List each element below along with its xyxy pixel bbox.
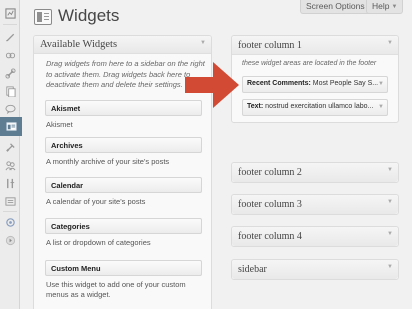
plugins-icon[interactable] bbox=[0, 138, 20, 156]
sidebar-title: footer column 3 bbox=[238, 199, 302, 210]
settings-icon[interactable] bbox=[0, 192, 20, 210]
pages-icon[interactable] bbox=[0, 82, 20, 100]
appearance-icon[interactable] bbox=[0, 117, 22, 136]
chevron-down-icon: ▼ bbox=[391, 4, 398, 10]
available-widgets-header[interactable]: Available Widgets ▼ bbox=[34, 36, 211, 54]
sidebar-header[interactable]: footer column 4 ▼ bbox=[232, 227, 398, 246]
sidebar-title: footer column 4 bbox=[238, 231, 302, 242]
red-arrow-icon bbox=[185, 62, 239, 108]
chevron-down-icon[interactable]: ▼ bbox=[200, 40, 206, 46]
help-button[interactable]: Help ▼ bbox=[366, 0, 404, 14]
placed-widget-detail: nostrud exercitation ullamco labo... bbox=[265, 103, 374, 110]
sidebar-header[interactable]: footer column 2 ▼ bbox=[232, 163, 398, 182]
tools-icon[interactable] bbox=[0, 174, 20, 192]
sidebar-footer-column-3[interactable]: footer column 3 ▼ bbox=[231, 194, 399, 215]
widget-description: Akismet bbox=[46, 120, 73, 129]
sidebar-sidebar[interactable]: sidebar ▼ bbox=[231, 259, 399, 280]
chevron-down-icon[interactable]: ▼ bbox=[387, 40, 393, 46]
chevron-down-icon[interactable]: ▼ bbox=[378, 104, 384, 110]
comments-icon[interactable] bbox=[0, 100, 20, 118]
screen-options-label: Screen Options bbox=[306, 1, 365, 11]
placed-widget-name: Recent Comments: bbox=[247, 80, 311, 87]
sidebar-title: footer column 1 bbox=[238, 40, 302, 51]
widget-title[interactable]: Calendar bbox=[45, 177, 202, 193]
chevron-down-icon[interactable]: ▼ bbox=[387, 264, 393, 270]
sidebar-footer-column-2[interactable]: footer column 2 ▼ bbox=[231, 162, 399, 183]
sidebar-description: these widget areas are located in the fo… bbox=[242, 60, 377, 67]
extra-icon[interactable] bbox=[0, 213, 20, 231]
widget-description: A list or dropdown of categories bbox=[46, 238, 151, 247]
widget-custom-menu[interactable]: Custom Menu Use this widget to add one o… bbox=[45, 260, 202, 300]
widget-title[interactable]: Categories bbox=[45, 218, 202, 234]
widget-categories[interactable]: Categories A list or dropdown of categor… bbox=[45, 218, 202, 248]
posts-icon[interactable] bbox=[0, 27, 20, 45]
widget-description: A monthly archive of your site's posts bbox=[46, 157, 170, 166]
widget-calendar[interactable]: Calendar A calendar of your site's posts bbox=[45, 177, 202, 207]
media-icon[interactable] bbox=[0, 46, 20, 64]
widget-archives[interactable]: Archives A monthly archive of your site'… bbox=[45, 137, 202, 167]
users-icon[interactable] bbox=[0, 156, 20, 174]
placed-widget-name: Text: bbox=[247, 103, 264, 110]
sidebar-header[interactable]: sidebar ▼ bbox=[232, 260, 398, 279]
chevron-down-icon[interactable]: ▼ bbox=[387, 167, 393, 173]
sidebar-title: footer column 2 bbox=[238, 167, 302, 178]
chevron-down-icon[interactable]: ▼ bbox=[387, 199, 393, 205]
sidebar-footer-column-1: footer column 1 ▼ these widget areas are… bbox=[231, 35, 399, 123]
links-icon[interactable] bbox=[0, 64, 20, 82]
placed-widget-text[interactable]: Text: nostrud exercitation ullamco labo.… bbox=[242, 99, 388, 116]
collapse-icon[interactable] bbox=[0, 231, 20, 249]
widget-description: Use this widget to add one of your custo… bbox=[46, 280, 186, 299]
help-label: Help bbox=[372, 1, 390, 11]
placed-widget-recent-comments[interactable]: Recent Comments: Most People Say S... ▼ bbox=[242, 76, 388, 93]
sidebar-header[interactable]: footer column 1 ▼ bbox=[232, 36, 398, 55]
widget-description: A calendar of your site's posts bbox=[46, 197, 146, 206]
widget-akismet[interactable]: Akismet Akismet bbox=[45, 100, 202, 130]
sidebar-title: sidebar bbox=[238, 264, 267, 275]
widget-title[interactable]: Custom Menu bbox=[45, 260, 202, 276]
widget-title[interactable]: Akismet bbox=[45, 100, 202, 116]
chevron-down-icon[interactable]: ▼ bbox=[378, 81, 384, 87]
page-title: Widgets bbox=[58, 6, 120, 25]
sidebar-footer-column-4[interactable]: footer column 4 ▼ bbox=[231, 226, 399, 247]
admin-menu-rail bbox=[0, 0, 22, 309]
chevron-down-icon[interactable]: ▼ bbox=[387, 231, 393, 237]
dashboard-icon[interactable] bbox=[0, 4, 20, 22]
widgets-page-icon bbox=[34, 9, 52, 25]
sidebar-header[interactable]: footer column 3 ▼ bbox=[232, 195, 398, 214]
placed-widget-detail: Most People Say S... bbox=[312, 80, 379, 87]
available-widgets-title: Available Widgets bbox=[40, 39, 118, 50]
widget-title[interactable]: Archives bbox=[45, 137, 202, 153]
